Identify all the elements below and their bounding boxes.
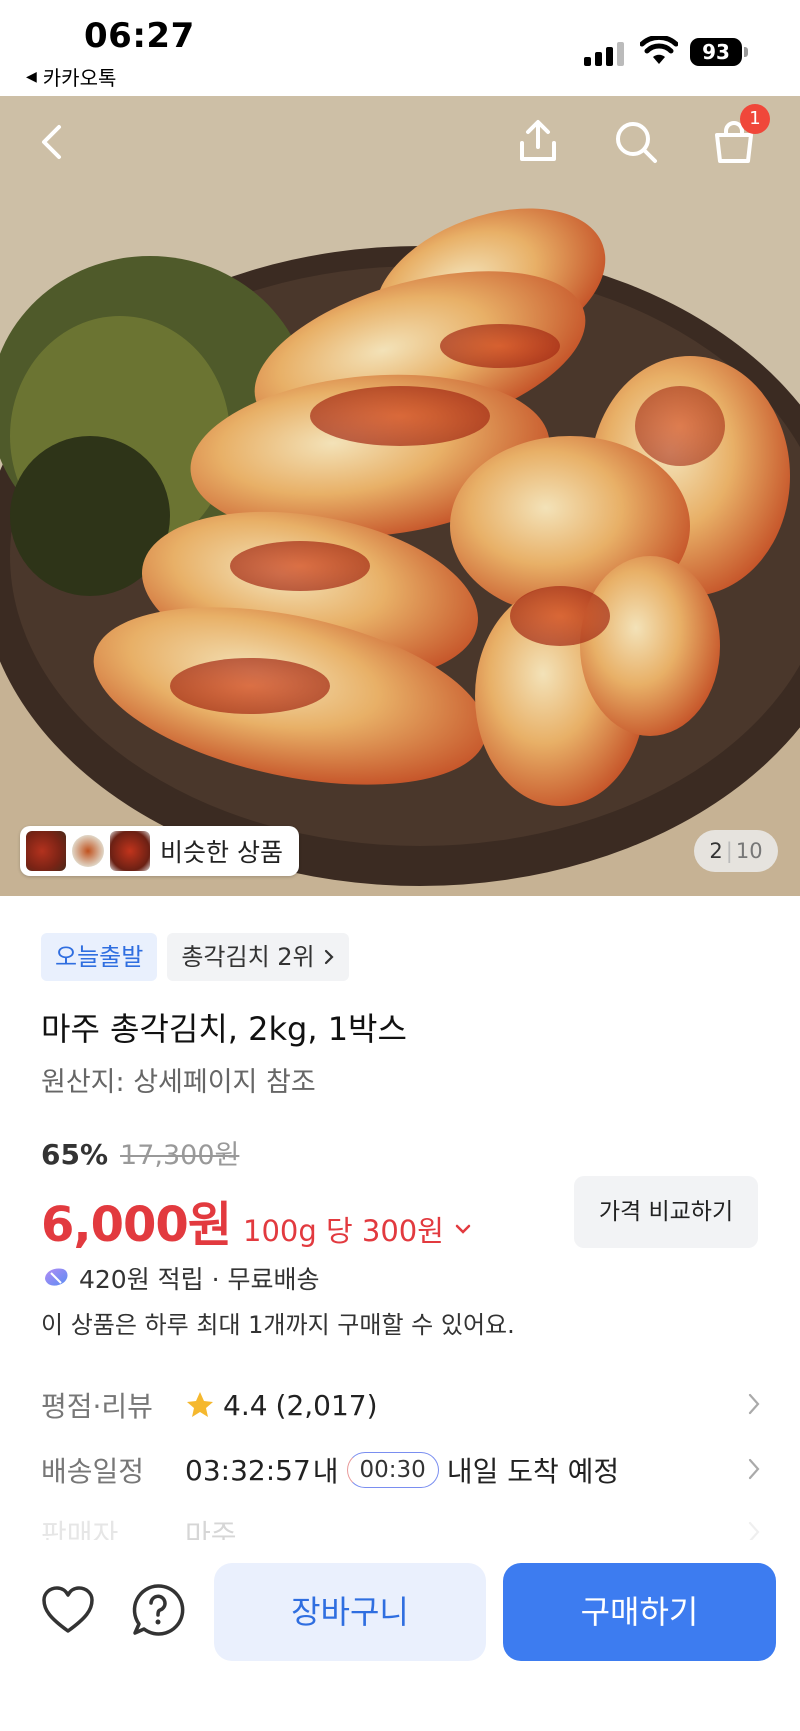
similar-products-label: 비슷한 상품: [160, 838, 283, 867]
original-price: 17,300원: [120, 1140, 240, 1171]
heart-icon: [42, 1586, 94, 1633]
bottom-action-bar: 장바구니 구매하기: [0, 1540, 800, 1731]
price-row: 6,000원 100g 당 300원: [41, 1185, 472, 1255]
search-button[interactable]: [610, 116, 662, 168]
back-arrow-icon: [42, 125, 61, 159]
cellular-signal-icon: [584, 40, 626, 66]
cart-count-badge: 1: [740, 104, 770, 134]
points-icon: [45, 1268, 68, 1286]
wishlist-button[interactable]: [36, 1578, 100, 1642]
top-navigation: [0, 96, 800, 186]
delivery-countdown: 03:32:57: [185, 1453, 311, 1487]
battery-indicator: 93: [690, 38, 742, 66]
battery-tip: [744, 47, 748, 57]
similar-thumb-1: [26, 831, 66, 871]
back-triangle-icon: ◀: [26, 68, 37, 85]
search-icon: [616, 122, 657, 163]
kimchi-photo: [0, 96, 800, 896]
price-compare-button[interactable]: 가격 비교하기: [574, 1176, 758, 1248]
similar-thumb-3: [110, 831, 150, 871]
similar-products-button[interactable]: 비슷한 상품: [20, 826, 299, 876]
back-to-app-link[interactable]: ◀ 카카오톡: [26, 62, 116, 91]
product-origin: 원산지: 상세페이지 참조: [41, 1067, 316, 1098]
page-separator: |: [725, 839, 733, 863]
today-shipping-tag: 오늘출발: [41, 933, 158, 981]
delivery-text: 내일 도착 예정: [446, 1455, 620, 1488]
delivery-schedule-label: 배송일정: [41, 1455, 145, 1488]
product-title: 마주 총각김치, 2kg, 1박스: [41, 1010, 407, 1048]
back-app-label: 카카오톡: [42, 66, 117, 90]
category-rank-label: 총각김치 2위: [181, 943, 315, 971]
similar-thumb-2: [72, 835, 104, 867]
inquiry-button[interactable]: [126, 1578, 190, 1642]
points-row: 420원 적립 · 무료배송: [41, 1260, 320, 1296]
wifi-icon: [640, 36, 678, 64]
delivery-schedule-row[interactable]: 배송일정 03:32:57 내 00:30 내일 도착 예정: [41, 1445, 761, 1495]
points-text: 420원 적립 · 무료배송: [79, 1265, 320, 1294]
question-icon: [132, 1584, 185, 1636]
purchase-limit-text: 이 상품은 하루 최대 1개까지 구매할 수 있어요.: [41, 1311, 515, 1339]
review-count: (2,017): [275, 1388, 378, 1422]
rating-review-row[interactable]: 평점·리뷰 4.4 (2,017): [41, 1380, 761, 1430]
rating-value-group: 4.4 (2,017): [185, 1389, 378, 1422]
image-page-counter: 2 | 10: [694, 830, 778, 872]
status-time: 06:27: [84, 16, 195, 56]
buy-now-button[interactable]: 구매하기: [503, 1563, 776, 1661]
star-icon: [187, 1392, 213, 1417]
delivery-timer-chip: 00:30: [346, 1452, 439, 1488]
product-tags: 오늘출발 총각김치 2위: [41, 933, 349, 981]
rating-review-label: 평점·리뷰: [41, 1390, 153, 1423]
rating-value: 4.4: [223, 1388, 268, 1422]
delivery-within: 내: [312, 1455, 339, 1488]
product-image[interactable]: [0, 96, 800, 896]
add-to-cart-button[interactable]: 장바구니: [214, 1563, 486, 1661]
chevron-right-icon: [748, 1458, 760, 1480]
unit-price-label: 100g 당 300원: [243, 1214, 444, 1248]
category-rank-tag[interactable]: 총각김치 2위: [167, 933, 349, 981]
total-pages: 10: [735, 839, 763, 863]
discount-row: 65% 17,300원: [41, 1133, 239, 1172]
sale-price: 6,000원: [41, 1197, 232, 1253]
unit-price-toggle[interactable]: 100g 당 300원: [243, 1208, 472, 1250]
chevron-down-icon: [455, 1224, 471, 1234]
chevron-right-icon: [748, 1393, 760, 1415]
delivery-value-group: 03:32:57 내 00:30 내일 도착 예정: [185, 1450, 619, 1490]
share-icon: [520, 120, 556, 161]
discount-rate: 65%: [41, 1138, 109, 1171]
share-button[interactable]: [512, 116, 564, 168]
status-bar: 06:27 ◀ 카카오톡 93: [0, 0, 800, 96]
current-page: 2: [709, 839, 723, 863]
back-button[interactable]: [26, 116, 78, 168]
chevron-right-icon: [324, 949, 334, 965]
